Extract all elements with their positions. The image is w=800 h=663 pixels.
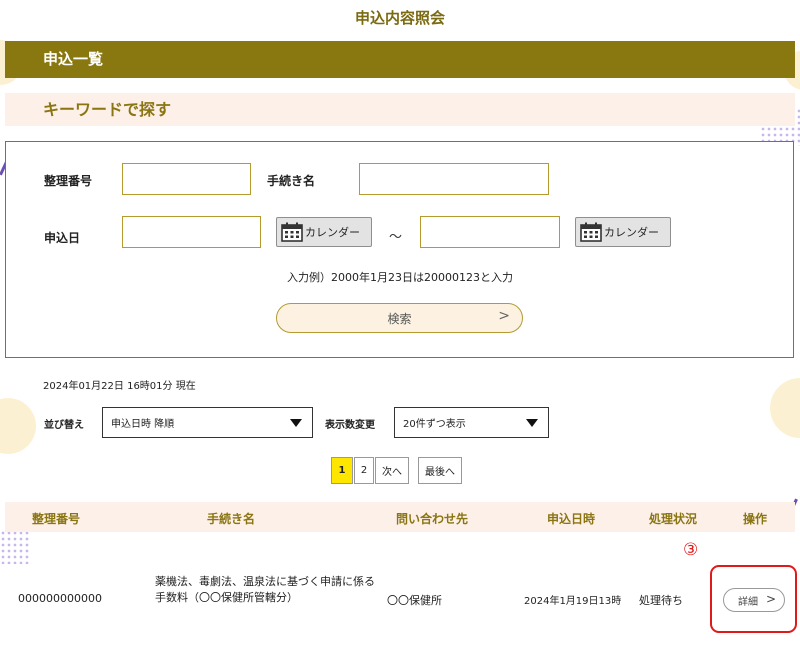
annotation-marker: ③ [683,540,699,560]
cell-datetime: 2024年1月19日13時 [524,596,622,607]
date-to-input[interactable] [420,216,560,248]
detail-button-label: 詳細 [738,596,758,608]
dropdown-arrow-icon [290,419,302,427]
chevron-right-icon: > [498,308,510,324]
page-title: 申込内容照会 [354,9,445,27]
ref-no-input[interactable] [122,163,251,195]
chevron-right-icon: > [765,592,776,606]
per-page-select-value: 20件ずつ表示 [403,419,466,430]
calendar-button-from[interactable]: カレンダー [276,217,372,247]
calendar-button-to[interactable]: カレンダー [575,217,671,247]
decor-circle-left-mid [0,398,36,454]
page-1-button[interactable]: 1 [331,457,353,484]
ref-no-label: 整理番号 [44,174,93,188]
decor-dots-left [0,530,30,564]
detail-button[interactable]: 詳細 > [723,588,785,612]
date-label: 申込日 [44,231,81,245]
cell-status: 処理待ち [639,594,683,607]
as-of-timestamp: 2024年01月22日 16時01分 現在 [43,381,196,392]
sort-select[interactable]: 申込日時 降順 [102,407,313,438]
date-range-separator: ～ [389,230,403,245]
per-page-label: 表示数変更 [325,420,375,431]
sort-select-value: 申込日時 降順 [111,419,175,430]
calendar-icon [580,222,602,242]
list-header-band: 申込一覧 [5,41,795,78]
date-format-example: 入力例）2000年1月23日は20000123と入力 [287,271,513,284]
date-from-input[interactable] [122,216,261,248]
cell-contact: 〇〇保健所 [387,594,442,607]
decor-circle-right-mid [770,378,800,438]
calendar-button-label: カレンダー [305,226,360,239]
table-row: 000000000000 薬機法、毒劇法、温泉法に基づく申請に係る手数料（〇〇保… [5,560,795,640]
column-header: 操作 [743,512,768,526]
keyword-search-header: キーワードで探す [5,93,795,126]
column-header: 処理状況 [649,512,698,526]
procedure-input[interactable] [359,163,549,195]
next-page-button[interactable]: 次へ [375,457,409,484]
search-button[interactable]: 検索 > [276,303,523,333]
column-header: 整理番号 [32,512,81,526]
last-page-button[interactable]: 最後へ [418,457,462,484]
sort-label: 並び替え [44,420,84,431]
per-page-select[interactable]: 20件ずつ表示 [394,407,549,438]
procedure-label: 手続き名 [267,174,316,188]
page-2-button[interactable]: 2 [354,457,374,484]
pagination: 1 2 次へ 最後へ [331,457,462,484]
column-header: 申込日時 [547,512,596,526]
cell-ref-no: 000000000000 [18,592,102,605]
dropdown-arrow-icon [526,419,538,427]
calendar-icon [281,222,303,242]
column-header: 問い合わせ先 [396,512,469,526]
column-header: 手続き名 [207,512,256,526]
cell-procedure: 薬機法、毒劇法、温泉法に基づく申請に係る手数料（〇〇保健所管轄分） [155,575,375,604]
search-button-label: 検索 [387,311,412,326]
calendar-button-label: カレンダー [604,226,659,239]
table-header: 整理番号 手続き名 問い合わせ先 申込日時 処理状況 操作 [5,502,795,532]
